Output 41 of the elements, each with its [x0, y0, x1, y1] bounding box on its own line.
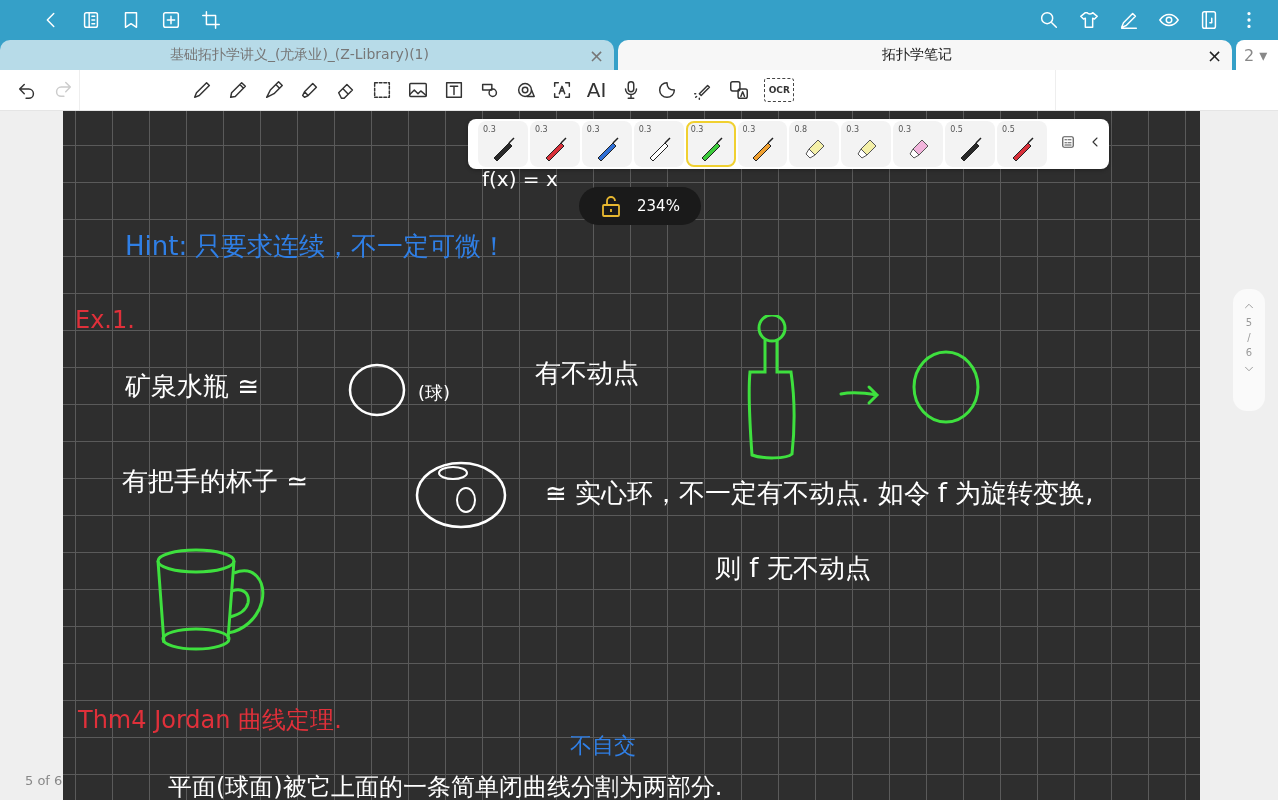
handwritten-note: Thm4 Jordan 曲线定理.: [78, 705, 342, 736]
document-tab[interactable]: 拓扑学笔记 ×: [618, 40, 1232, 70]
search-icon[interactable]: [1038, 9, 1060, 31]
pen-preset[interactable]: 0.3: [529, 121, 580, 167]
lock-icon[interactable]: [601, 195, 621, 217]
handwritten-note: 不自交: [570, 732, 636, 760]
page-counter: 5 of 6: [25, 773, 63, 788]
total-pages: 6: [1245, 347, 1253, 358]
handwritten-note: ≅ 实心环，不一定有不动点. 如令 f 为旋转变换,: [545, 477, 1094, 510]
pen-preset[interactable]: 0.3: [633, 121, 684, 167]
handwritten-note: Ex.1.: [75, 306, 135, 334]
zoom-indicator: 234%: [579, 187, 701, 225]
pen-preset[interactable]: 0.3: [841, 121, 892, 167]
handwritten-note: f(x) = x: [482, 167, 558, 191]
ocr-tool[interactable]: OCR: [764, 78, 795, 102]
ai-tool[interactable]: AI: [586, 78, 607, 102]
handwritten-note: 矿泉水瓶 ≅: [125, 370, 260, 403]
page-separator: /: [1247, 332, 1251, 343]
translate-icon[interactable]: [728, 79, 751, 101]
pen-preset[interactable]: 0.5: [945, 121, 996, 167]
handwritten-note: 有把手的杯子 ≃: [122, 465, 309, 498]
add-page-icon[interactable]: [160, 9, 182, 31]
pen-preset[interactable]: 0.3: [478, 121, 528, 167]
handwritten-note: (球): [418, 381, 451, 405]
pen-preset[interactable]: 0.3: [893, 121, 944, 167]
current-page: 5: [1245, 317, 1253, 328]
pen-preset[interactable]: 0.5: [997, 121, 1047, 167]
pen-preset[interactable]: 0.3: [685, 121, 736, 167]
arrow-drawing: [839, 384, 881, 406]
handwritten-note: 则 f 无不动点: [715, 552, 871, 585]
crop-icon[interactable]: [200, 9, 222, 31]
pen-preset[interactable]: 0.3: [737, 121, 788, 167]
handwritten-note: 有不动点: [535, 357, 639, 390]
pen-preset[interactable]: 0.8: [789, 121, 840, 167]
close-tab-button[interactable]: ×: [1206, 44, 1222, 66]
handwritten-note: Hint: 只要求连续，不一定可微！: [125, 230, 508, 263]
pen-preset[interactable]: 0.3: [581, 121, 632, 167]
sphere-drawing: [346, 361, 408, 419]
shirt-icon[interactable]: [1078, 9, 1100, 31]
handwritten-note: 平面(球面)被它上面的一条简单闭曲线分割为两部分.: [168, 772, 723, 800]
tab-count-dropdown[interactable]: 2 ▾: [1236, 40, 1278, 70]
